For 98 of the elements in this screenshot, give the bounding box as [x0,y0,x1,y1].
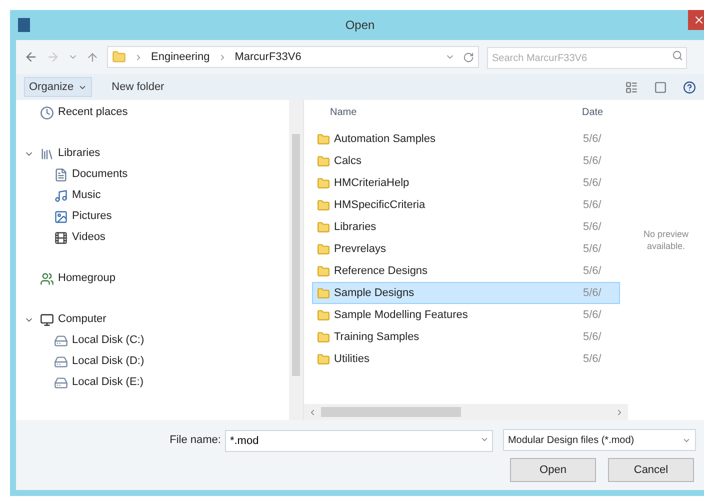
music-icon [54,188,68,202]
folder-icon [317,330,330,344]
preview-message: No preview available. [642,228,690,252]
file-row[interactable]: HMCriteriaHelp 5/6/ [312,172,620,194]
toolbar-button[interactable]: Organize [24,77,92,97]
breadcrumb[interactable]: Engineering [151,48,210,66]
preview-pane-icon[interactable] [654,80,667,94]
file-row[interactable]: Utilities 5/6/ [312,348,620,370]
folder-icon [317,352,330,366]
search-icon[interactable] [672,50,683,61]
help-icon[interactable] [683,80,696,94]
nav-item[interactable]: Computer [58,311,106,328]
nav-item[interactable]: Music [72,187,101,204]
file-row[interactable]: Libraries 5/6/ [312,216,620,238]
address-field[interactable]: Engineering MarcurF33V6 [107,46,479,68]
file-name: HMCriteriaHelp [334,176,410,191]
file-name-field[interactable]: *.mod [224,430,493,452]
close-icon [693,14,704,26]
file-row[interactable]: Prevrelays 5/6/ [312,238,620,260]
file-date: 5/6/ [583,154,602,169]
toolbar-button[interactable]: New folder [108,77,168,97]
folder-icon [317,132,330,146]
file-name: Sample Modelling Features [334,308,468,323]
drive-icon [54,376,68,390]
scrollbar-thumb[interactable] [321,407,461,417]
nav-item[interactable]: Recent places [58,104,128,121]
file-date: 5/6/ [583,176,602,191]
scrollbar[interactable] [289,100,303,420]
folder-icon [317,308,330,322]
nav-item[interactable]: Local Disk (C:) [72,332,144,349]
file-row[interactable]: Automation Samples 5/6/ [312,128,620,150]
refresh-icon[interactable] [463,52,474,62]
dialog-button[interactable]: Cancel [608,458,694,482]
separator-icon [134,52,143,62]
file-name: HMSpecificCriteria [334,198,426,213]
nav-item[interactable]: Libraries [58,145,100,162]
nav-item[interactable]: Local Disk (E:) [72,374,144,391]
file-name: Prevrelays [334,242,386,257]
window-title: Open [345,17,375,34]
file-row[interactable]: HMSpecificCriteria 5/6/ [312,194,620,216]
up-icon[interactable] [86,50,99,64]
file-row[interactable]: Reference Designs 5/6/ [312,260,620,282]
scroll-right-icon[interactable] [615,408,624,416]
file-date: 5/6/ [583,352,602,367]
picture-icon [54,210,68,224]
scroll-left-icon[interactable] [308,408,317,416]
file-date: 5/6/ [583,198,602,213]
view-icon[interactable] [625,80,638,94]
people-icon [40,272,54,286]
file-name: Automation Samples [334,132,436,147]
file-date: 5/6/ [583,132,602,147]
app-icon [18,18,30,32]
folder-icon [317,154,330,168]
monitor-icon [40,312,54,326]
film-icon [54,230,68,244]
caret-icon[interactable] [480,435,489,444]
file-row[interactable]: Training Samples 5/6/ [312,326,620,348]
nav-item[interactable]: Local Disk (D:) [72,353,144,370]
document-icon [54,168,68,182]
nav-item[interactable]: Videos [72,229,106,246]
library-icon [40,146,54,160]
folder-icon [317,198,330,212]
close-button[interactable] [688,10,704,30]
file-row[interactable]: Sample Designs 5/6/ [312,282,620,304]
nav-item[interactable]: Documents [72,166,128,183]
file-name: Calcs [334,154,362,169]
file-date: 5/6/ [583,242,602,257]
file-name: Sample Designs [334,286,414,301]
file-type-dropdown[interactable]: Modular Design files (*.mod) [502,429,696,451]
breadcrumb[interactable]: MarcurF33V6 [234,48,302,66]
search-field[interactable]: Search MarcurF33V6 [487,47,687,70]
file-date: 5/6/ [583,264,602,279]
file-name: Utilities [334,352,370,367]
file-name: Reference Designs [334,264,428,279]
drive-icon [54,354,68,368]
file-row[interactable]: Calcs 5/6/ [312,150,620,172]
column-header[interactable]: Name [312,104,582,120]
folder-icon [317,264,330,278]
folder-icon [317,176,330,190]
clock-icon [40,106,54,120]
folder-icon [317,220,330,234]
file-date: 5/6/ [583,286,602,301]
column-header[interactable]: Date [582,104,604,120]
dialog-button[interactable]: Open [510,458,596,482]
file-name-label: File name: [168,432,221,448]
file-date: 5/6/ [583,308,602,323]
file-date: 5/6/ [583,220,602,235]
nav-item[interactable]: Pictures [72,208,112,225]
drive-icon [54,334,68,348]
folder-icon [317,242,330,256]
back-icon[interactable] [24,50,38,64]
file-name: Libraries [334,220,376,235]
file-date: 5/6/ [583,330,602,345]
file-row[interactable]: Sample Modelling Features 5/6/ [312,304,620,326]
file-name: Training Samples [334,330,420,345]
folder-icon [317,286,330,300]
nav-item[interactable]: Homegroup [58,270,116,287]
folder-icon [112,50,126,64]
